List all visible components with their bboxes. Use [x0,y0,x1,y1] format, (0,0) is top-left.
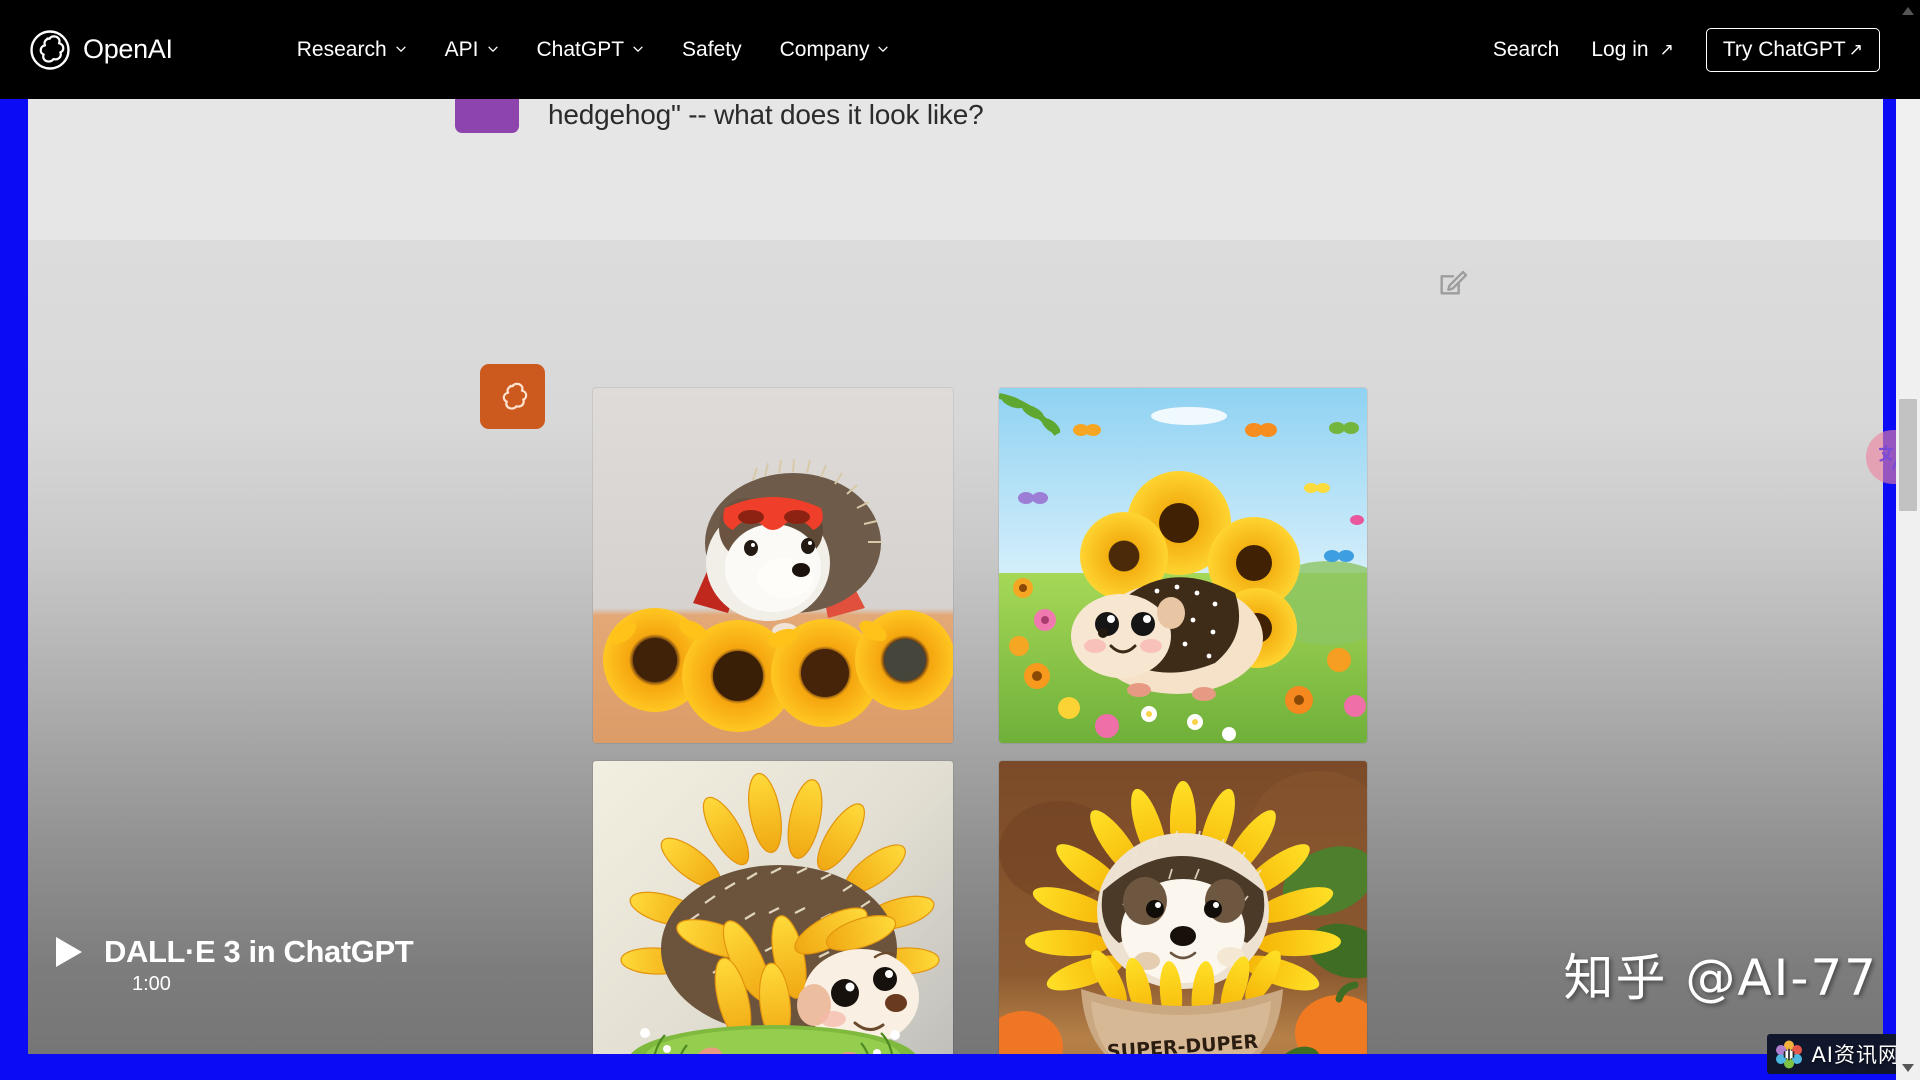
nav-item-company[interactable]: Company [761,30,909,70]
edit-square-icon[interactable] [1436,265,1470,299]
chevron-down-icon [632,43,644,55]
generated-image-2[interactable] [999,388,1367,743]
zhihu-watermark: 知乎 @AI-77 [1563,949,1878,1007]
user-avatar [455,99,519,133]
nav-item-api-label: API [444,37,479,61]
nav-item-api[interactable]: API [426,30,518,70]
chevron-down-icon [487,43,499,55]
generated-image-grid: SUPER-DUPER Sunflower [593,388,1373,1054]
login-link-label: Log in [1591,37,1649,61]
video-overlay-row: DALL·E 3 in ChatGPT [56,934,668,970]
scrollbar-thumb[interactable] [1899,399,1917,511]
nav-item-research[interactable]: Research [278,30,426,70]
scroll-down-arrow-icon[interactable] [1902,1064,1914,1072]
primary-nav: Research API ChatGPT Safety Company [278,30,909,70]
nav-item-research-label: Research [296,37,387,61]
ai-news-watermark-text: AI资讯网 [1811,1043,1900,1067]
nav-actions: Search Log in ↗ Try ChatGPT ↗ [1477,27,1880,72]
video-overlay[interactable]: DALL·E 3 in ChatGPT 1:00 [28,934,668,1054]
top-navbar: OpenAI Research API ChatGPT Safety Compa… [0,0,1920,99]
brand-name: OpenAI [83,34,173,64]
try-chatgpt-label: Try ChatGPT [1722,37,1846,61]
nav-item-safety[interactable]: Safety [663,30,761,70]
openai-logo-icon [30,29,70,70]
play-triangle-icon[interactable] [56,937,82,967]
chevron-down-icon [877,43,889,55]
chevron-down-icon [395,43,407,55]
nav-item-chatgpt-label: ChatGPT [536,37,625,61]
assistant-message-turn: SUPER-DUPER Sunflower [28,240,1883,1054]
try-chatgpt-button[interactable]: Try ChatGPT ↗ [1705,27,1880,72]
search-button[interactable]: Search [1477,30,1576,70]
nav-item-chatgpt[interactable]: ChatGPT [518,30,664,70]
user-message-text: hedgehog" -- what does it look like? [548,99,984,130]
search-button-label: Search [1492,37,1560,61]
chat-viewport: hedgehog" -- what does it look like? SUP… [28,99,1883,1054]
ai-news-watermark-badge: AI资讯网 [1767,1034,1912,1074]
page-scrollbar[interactable] [1896,7,1920,1080]
brand-logo-link[interactable]: OpenAI [30,29,173,70]
generated-image-4[interactable]: SUPER-DUPER Sunflower [999,761,1367,1054]
user-message-turn: hedgehog" -- what does it look like? [28,99,1883,240]
video-title: DALL·E 3 in ChatGPT [104,934,414,969]
scroll-up-arrow-icon[interactable] [1902,7,1914,15]
openai-logo-icon [492,376,534,418]
nav-item-company-label: Company [779,37,870,61]
generated-image-1[interactable] [593,388,953,743]
assistant-avatar [480,364,545,429]
login-link[interactable]: Log in ↗ [1575,30,1689,70]
nav-item-safety-label: Safety [682,37,742,61]
external-link-arrow-icon: ↗ [1659,39,1674,59]
flower-logo-icon [1774,1039,1804,1069]
external-link-arrow-icon: ↗ [1848,39,1863,59]
video-duration: 1:00 [132,973,171,995]
